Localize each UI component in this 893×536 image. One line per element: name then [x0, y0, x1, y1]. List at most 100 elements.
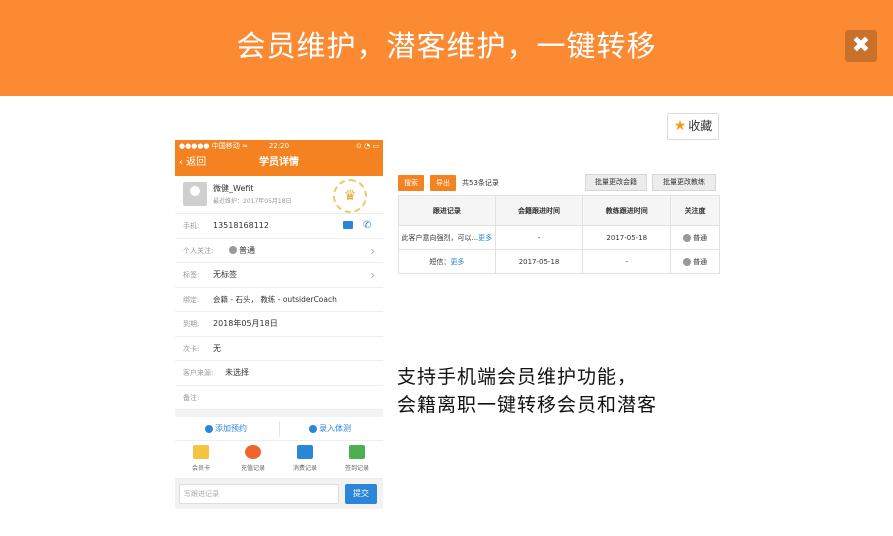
row-label: 客户来源:	[183, 369, 214, 377]
phone-status-bar: ●●●●● 中国移动 ≈ 22:20 ⊙ ◔ ▭	[175, 140, 383, 152]
add-booking-label: 添加预约	[215, 424, 247, 433]
member-profile: 微健_Wefit 最近维护：2017年05月18日 ♛	[175, 176, 383, 214]
note-cell: 此客户意向强烈，可以...更多	[398, 225, 496, 250]
attention-text: 普通	[693, 233, 708, 242]
more-link[interactable]: 更多	[450, 258, 464, 266]
attention-value: 普通	[229, 239, 255, 263]
record-test-button[interactable]: 录入体测	[309, 417, 351, 441]
row-note[interactable]: 备注:	[175, 386, 383, 410]
column-header: 跟进记录	[398, 195, 496, 226]
coach-time-cell: -	[582, 249, 672, 274]
batch-change-sales-button[interactable]: 批量更改会籍	[585, 174, 647, 191]
phone-number: 13518168112	[213, 221, 269, 230]
source-value: 未选择	[225, 368, 249, 377]
pen-circle-icon	[309, 424, 317, 433]
record-count: 共53条记录	[462, 179, 499, 187]
add-booking-button[interactable]: 添加预约	[205, 417, 247, 441]
function-tabs: 会员卡 充值记录 消费记录 签到记录	[175, 441, 383, 479]
receipt-icon	[297, 445, 313, 459]
plus-circle-icon	[205, 424, 213, 433]
crown-seal-icon: ♛	[333, 179, 367, 213]
member-name: 微健_Wefit	[213, 184, 254, 193]
times-card-value: 无	[213, 343, 221, 353]
description-line: 支持手机端会员维护功能，	[397, 366, 638, 388]
expiry-value: 2018年05月18日	[213, 319, 278, 328]
action-bar: 添加预约 录入体测	[175, 417, 383, 441]
tab-label: 充值记录	[240, 465, 265, 472]
checkin-icon	[349, 445, 365, 459]
submit-button[interactable]: 提交	[345, 484, 377, 504]
tab-label: 消费记录	[292, 465, 317, 472]
tab-member-card[interactable]: 会员卡	[175, 445, 227, 472]
note-cell: 短信：更多	[398, 249, 496, 274]
message-icon[interactable]	[343, 221, 353, 229]
more-link[interactable]: 更多	[478, 234, 492, 242]
sales-time-cell: 2017-05-18	[494, 249, 584, 274]
phone-icon[interactable]: ✆	[363, 214, 371, 238]
follow-up-table-panel: 搜索 导出 共53条记录 批量更改会籍 批量更改教练 跟进记录 会籍跟进时间 教…	[398, 174, 720, 274]
row-label: 个人关注:	[183, 246, 214, 255]
status-time: 22:20	[268, 142, 290, 150]
yen-coin-icon	[245, 445, 261, 459]
row-times-card: 次卡: 无	[175, 337, 383, 361]
search-button[interactable]: 搜索	[398, 175, 424, 191]
attention-cell[interactable]: 普通	[670, 225, 720, 250]
close-button[interactable]: ✖	[845, 30, 877, 62]
row-binding: 绑定: 会籍 - 石头， 教练 - outsiderCoach	[175, 288, 383, 312]
tab-label: 签到记录	[344, 465, 369, 472]
follow-up-input[interactable]: 写跟进记录	[179, 484, 339, 504]
export-button[interactable]: 导出	[430, 175, 456, 191]
column-header: 教练跟进时间	[582, 195, 672, 226]
last-maintained: 最近维护：2017年05月18日	[213, 198, 292, 205]
header-bar: 会员维护，潜客维护，一键转移 ✖	[0, 0, 893, 96]
row-attention[interactable]: 个人关注: 普通 ›	[175, 239, 383, 263]
star-circle-icon	[683, 233, 692, 242]
row-source[interactable]: 客户来源: 未选择	[175, 361, 383, 386]
column-header: 关注度	[670, 195, 720, 226]
row-tag[interactable]: 标签: 无标签 ›	[175, 263, 383, 288]
tab-consumption[interactable]: 消费记录	[279, 445, 331, 472]
sales-time-cell: -	[494, 225, 584, 250]
avatar	[183, 182, 207, 206]
row-label: 绑定:	[183, 295, 200, 304]
star-circle-icon	[229, 246, 237, 254]
row-phone: 手机: 13518168112 ✆	[175, 214, 383, 239]
coach-time-cell: 2017-05-18	[582, 225, 672, 250]
star-circle-icon	[683, 257, 692, 266]
favorite-button[interactable]: ★ 收藏	[667, 113, 719, 140]
note-text: 短信：	[429, 257, 451, 266]
batch-change-coach-button[interactable]: 批量更改教练	[652, 174, 716, 191]
attention-text: 普通	[239, 245, 255, 255]
tab-recharge[interactable]: 充值记录	[227, 445, 279, 472]
table-row: 短信：更多 2017-05-18 - 普通	[398, 249, 720, 274]
row-label: 次卡:	[183, 344, 200, 353]
phone-screenshot: ●●●●● 中国移动 ≈ 22:20 ⊙ ◔ ▭ ‹ 返回 学员详情 微健_We…	[175, 140, 383, 512]
note-text: 此客户意向强烈，可以...	[401, 233, 479, 242]
chevron-right-icon: ›	[370, 243, 375, 258]
star-icon: ★	[673, 118, 687, 134]
chevron-right-icon: ›	[370, 268, 375, 282]
tag-value: 无标签	[213, 270, 237, 279]
phone-title: 学员详情	[259, 157, 299, 168]
page-title: 会员维护，潜客维护，一键转移	[236, 29, 657, 63]
tab-checkin[interactable]: 签到记录	[331, 445, 383, 472]
row-label: 手机:	[183, 222, 200, 230]
attention-cell[interactable]: 普通	[670, 249, 720, 274]
row-expiry: 到期: 2018年05月18日	[175, 312, 383, 337]
phone-nav-bar: ‹ 返回 学员详情	[175, 152, 383, 176]
battery-icon: ⊙ ◔ ▭	[355, 142, 379, 150]
row-label: 备注:	[183, 393, 200, 402]
follow-up-bar: 写跟进记录 提交	[175, 479, 383, 509]
attention-text: 普通	[693, 257, 708, 266]
record-test-label: 录入体测	[319, 424, 351, 433]
description-line: 会籍离职一键转移会员和潜客	[397, 394, 658, 416]
tab-label: 会员卡	[191, 465, 210, 472]
favorite-label: 收藏	[688, 119, 713, 133]
card-icon	[193, 445, 209, 459]
row-label: 到期:	[183, 320, 200, 328]
table-row: 此客户意向强烈，可以...更多 - 2017-05-18 普通	[398, 225, 720, 250]
column-header: 会籍跟进时间	[494, 195, 584, 226]
table-header-row: 跟进记录 会籍跟进时间 教练跟进时间 关注度	[398, 195, 720, 226]
divider	[279, 421, 280, 437]
follow-up-table: 跟进记录 会籍跟进时间 教练跟进时间 关注度 此客户意向强烈，可以...更多 -…	[398, 195, 720, 274]
